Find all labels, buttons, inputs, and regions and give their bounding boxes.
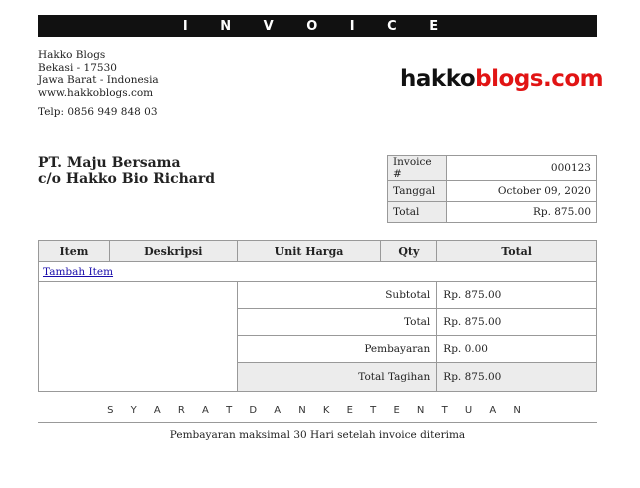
company-logo: hakkoblogs.com (400, 66, 604, 92)
meta-label: Invoice # (387, 155, 447, 181)
meta-label: Tanggal (387, 180, 447, 202)
column-header-unit-price: Unit Harga (236, 240, 382, 262)
client-name: PT. Maju Bersama (38, 155, 181, 171)
column-header-total: Total (436, 240, 597, 262)
logo-text-blogs: blogs.com (475, 66, 604, 92)
company-address-line1: Bekasi - 17530 (38, 61, 117, 74)
add-item-row: Tambah Item (38, 261, 597, 282)
subtotal-label: Subtotal (236, 281, 438, 309)
meta-row: Tanggal October 09, 2020 (387, 180, 597, 202)
terms-title: S Y A R A T D A N K E T E N T U A N (107, 405, 528, 416)
company-address: Hakko Blogs Bekasi - 17530 Jawa Barat - … (38, 49, 159, 99)
subtotal-value: Rp. 875.00 (436, 281, 597, 309)
total-value: Rp. 875.00 (436, 308, 597, 336)
company-website: www.hakkoblogs.com (38, 86, 154, 99)
amount-due-value: Rp. 875.00 (436, 362, 597, 392)
terms-text: Pembayaran maksimal 30 Hari setelah invo… (169, 429, 466, 441)
summary-row: Subtotal Rp. 875.00 (38, 281, 597, 392)
invoice-number-value[interactable]: 000123 (446, 155, 597, 181)
invoice-meta-table: Invoice # 000123 Tanggal October 09, 202… (387, 155, 597, 223)
payment-label: Pembayaran (236, 335, 438, 363)
meta-row: Invoice # 000123 (387, 155, 597, 181)
company-name: Hakko Blogs (38, 49, 106, 61)
items-header-row: Item Deskripsi Unit Harga Qty Total (38, 240, 597, 262)
company-phone: Telp: 0856 949 848 03 (38, 106, 158, 118)
column-header-qty: Qty (380, 240, 438, 262)
invoice-date-value[interactable]: October 09, 2020 (446, 180, 597, 202)
meta-row: Total Rp. 875.00 (387, 201, 597, 223)
meta-label: Total (387, 201, 447, 223)
payment-value[interactable]: Rp. 0.00 (436, 335, 597, 363)
invoice-banner: I N V O I C E (38, 15, 597, 37)
column-header-description: Deskripsi (108, 240, 238, 262)
logo-text-hakko: hakko (400, 66, 476, 92)
invoice-total-value: Rp. 875.00 (446, 201, 597, 223)
total-label: Total (236, 308, 438, 336)
column-header-item: Item (38, 240, 110, 262)
blank-area (38, 281, 238, 392)
company-address-line2: Jawa Barat - Indonesia (38, 74, 159, 86)
add-item-link[interactable]: Tambah Item (43, 266, 113, 278)
terms-divider (38, 422, 597, 423)
amount-due-label: Total Tagihan (236, 362, 438, 392)
items-table: Item Deskripsi Unit Harga Qty Total Tamb… (38, 240, 597, 392)
client-block: PT. Maju Bersama c/o Hakko Bio Richard (38, 155, 215, 187)
client-contact: c/o Hakko Bio Richard (38, 171, 216, 187)
invoice-title: I N V O I C E (182, 18, 453, 34)
